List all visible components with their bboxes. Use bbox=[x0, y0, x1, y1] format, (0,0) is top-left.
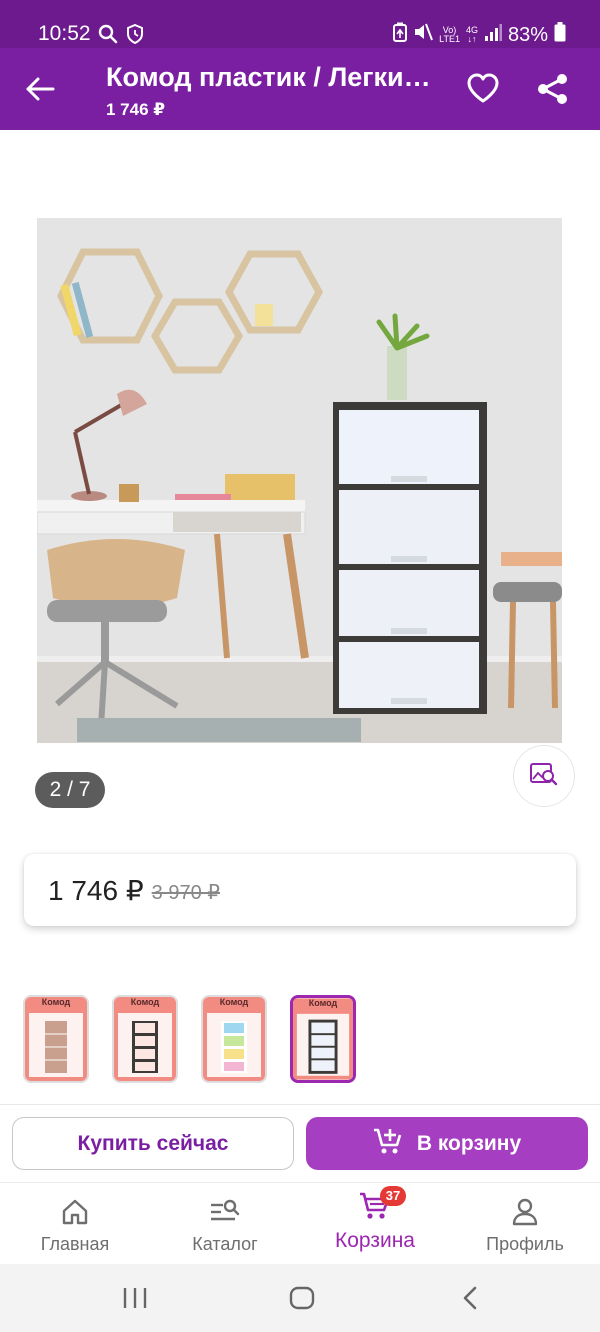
status-time: 10:52 bbox=[38, 22, 91, 45]
variant-image bbox=[293, 998, 353, 1080]
status-bar: 10:52 Vo) LTE1 4G ↓↑ 83% bbox=[0, 0, 600, 48]
variant-thumbnail-brown[interactable]: Комод bbox=[23, 995, 89, 1083]
profile-icon bbox=[510, 1197, 540, 1232]
shield-icon bbox=[126, 23, 144, 49]
product-image[interactable] bbox=[37, 218, 562, 743]
nav-item-catalog[interactable]: Каталог bbox=[150, 1183, 300, 1265]
nav-label-catalog: Каталог bbox=[192, 1234, 258, 1254]
battery-saver-icon bbox=[393, 22, 408, 48]
cart-badge: 37 bbox=[380, 1186, 406, 1206]
catalog-search-icon bbox=[209, 1197, 241, 1232]
rug bbox=[77, 718, 361, 742]
back-arrow-icon[interactable] bbox=[24, 74, 56, 109]
variant-image bbox=[25, 997, 87, 1081]
product-price-subtitle: 1 746 ₽ bbox=[106, 100, 166, 119]
home-icon bbox=[60, 1197, 90, 1232]
buy-now-button[interactable]: Купить сейчас bbox=[12, 1117, 294, 1170]
mute-icon bbox=[413, 22, 434, 48]
nav-label-profile: Профиль bbox=[486, 1234, 564, 1254]
image-counter: 2 / 7 bbox=[35, 772, 105, 808]
nav-item-cart[interactable]: Корзина bbox=[300, 1183, 450, 1265]
system-back-icon[interactable] bbox=[460, 1286, 482, 1315]
variant-image bbox=[203, 997, 265, 1081]
current-price: 1 746 ₽ bbox=[48, 874, 144, 906]
nav-label-cart: Корзина bbox=[335, 1229, 415, 1252]
bottom-nav: Главная Каталог Корзина Профиль bbox=[0, 1182, 600, 1264]
action-bar: Купить сейчас В корзину bbox=[0, 1104, 600, 1182]
variant-thumbnail-multicolor[interactable]: Комод bbox=[201, 995, 267, 1083]
variant-label: Комод bbox=[130, 997, 160, 1007]
add-cart-icon bbox=[373, 1127, 403, 1161]
recents-icon[interactable] bbox=[122, 1286, 148, 1315]
variant-label: Комод bbox=[219, 997, 249, 1007]
product-title: Комод пластик / Легкий пластиковый комод bbox=[106, 62, 436, 92]
buy-now-label: Купить сейчас bbox=[77, 1131, 229, 1155]
signal-icon bbox=[484, 23, 502, 47]
add-to-cart-label: В корзину bbox=[416, 1131, 522, 1155]
battery-percent: 83% bbox=[507, 23, 548, 46]
battery-icon bbox=[554, 22, 566, 48]
variant-thumbnail-graphite[interactable]: Комод bbox=[290, 995, 356, 1083]
price-card: 1 746 ₽ 3 970 ₽ bbox=[24, 854, 576, 926]
search-icon bbox=[98, 24, 118, 49]
plastic-drawer-unit bbox=[333, 402, 487, 714]
color-variants: Комод Комод Комод Комод bbox=[23, 995, 356, 1083]
variant-label: Комод bbox=[308, 998, 338, 1008]
home-button-icon[interactable] bbox=[289, 1286, 315, 1315]
nav-item-profile[interactable]: Профиль bbox=[450, 1183, 600, 1265]
image-search-icon bbox=[529, 761, 559, 792]
nav-item-home[interactable]: Главная bbox=[0, 1183, 150, 1265]
old-price: 3 970 ₽ bbox=[151, 881, 221, 904]
system-nav-bar bbox=[0, 1264, 600, 1332]
add-to-cart-button[interactable]: В корзину bbox=[306, 1117, 588, 1170]
variant-thumbnail-white[interactable]: Комод bbox=[112, 995, 178, 1083]
app-bar: Комод пластик / Легкий пластиковый комод… bbox=[0, 48, 600, 130]
share-icon[interactable] bbox=[536, 72, 570, 111]
nav-label-home: Главная bbox=[40, 1234, 110, 1254]
network-type: 4G ↓↑ bbox=[465, 25, 478, 44]
network-indicator: Vo) LTE1 bbox=[439, 25, 460, 44]
heart-icon[interactable] bbox=[466, 72, 500, 109]
variant-label: Комод bbox=[41, 997, 71, 1007]
zoom-button[interactable] bbox=[513, 745, 575, 807]
variant-image bbox=[114, 997, 176, 1081]
